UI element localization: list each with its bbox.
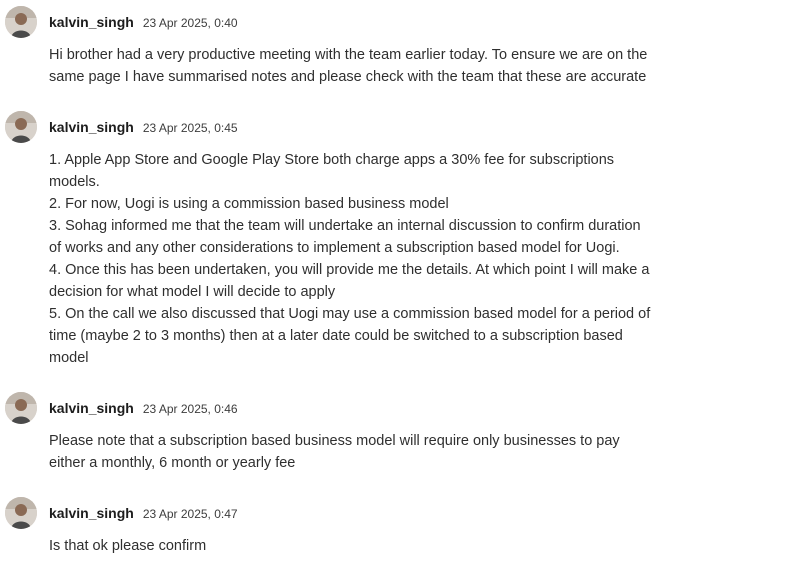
message-line: Please note that a subscription based bu… [49, 433, 620, 449]
message-header: kalvin_singh 23 Apr 2025, 0:40 [49, 12, 238, 33]
user-photo-icon [5, 392, 37, 424]
message-line: either a monthly, 6 month or yearly fee [49, 455, 296, 471]
message-line: 4. Once this has been undertaken, you wi… [49, 262, 650, 278]
message-line: 1. Apple App Store and Google Play Store… [49, 152, 615, 168]
message-line: 5. On the call we also discussed that Uo… [49, 306, 651, 322]
username[interactable]: kalvin_singh [49, 14, 134, 30]
username[interactable]: kalvin_singh [49, 400, 134, 416]
avatar[interactable] [5, 497, 37, 529]
username[interactable]: kalvin_singh [49, 119, 134, 135]
user-photo-icon [5, 497, 37, 529]
timestamp: 23 Apr 2025, 0:45 [142, 121, 238, 135]
message-body: Is that ok please confirm [49, 535, 699, 557]
message-line: time (maybe 2 to 3 months) then at a lat… [49, 328, 623, 344]
message-body: Please note that a subscription based bu… [49, 430, 699, 474]
avatar[interactable] [5, 111, 37, 143]
message-line: same page I have summarised notes and pl… [49, 69, 647, 85]
message-header: kalvin_singh 23 Apr 2025, 0:45 [49, 117, 238, 138]
message-line: of works and any other considerations to… [49, 240, 620, 256]
message-header: kalvin_singh 23 Apr 2025, 0:47 [49, 503, 238, 524]
username[interactable]: kalvin_singh [49, 505, 134, 521]
user-photo-icon [5, 6, 37, 38]
timestamp: 23 Apr 2025, 0:46 [142, 402, 238, 416]
message-line: models. [49, 174, 100, 190]
message-line: decision for what model I will decide to… [49, 284, 336, 300]
message-body: Hi brother had a very productive meeting… [49, 44, 699, 88]
avatar[interactable] [5, 6, 37, 38]
message-header: kalvin_singh 23 Apr 2025, 0:46 [49, 398, 238, 419]
message-line: Hi brother had a very productive meeting… [49, 47, 648, 63]
message-line: 3. Sohag informed me that the team will … [49, 218, 641, 234]
message-line: Is that ok please confirm [49, 538, 207, 554]
user-photo-icon [5, 111, 37, 143]
timestamp: 23 Apr 2025, 0:40 [142, 16, 238, 30]
avatar[interactable] [5, 392, 37, 424]
message-line: 2. For now, Uogi is using a commission b… [49, 196, 449, 212]
message-body: 1. Apple App Store and Google Play Store… [49, 149, 699, 369]
message-line: model [49, 350, 89, 366]
timestamp: 23 Apr 2025, 0:47 [142, 507, 238, 521]
